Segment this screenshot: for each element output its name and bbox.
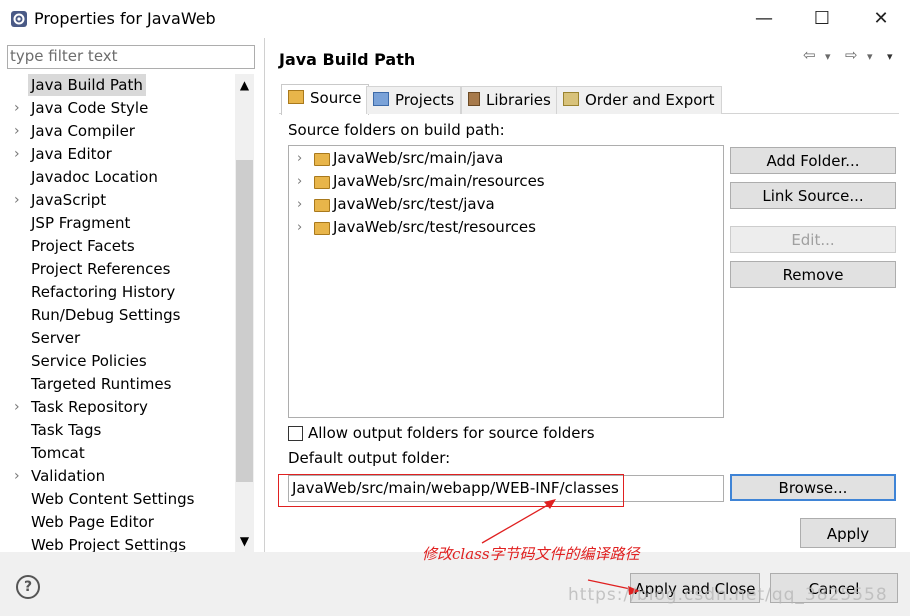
- annotation-arrowhead-top: [544, 499, 556, 509]
- annotation-text: 修改class字节码文件的编译路径: [422, 545, 640, 563]
- annotation-arrows: [481, 499, 640, 595]
- watermark: https://blog.csdn.net/qq_3825558: [568, 585, 888, 605]
- annotation-arrow-line-top: [481, 501, 554, 544]
